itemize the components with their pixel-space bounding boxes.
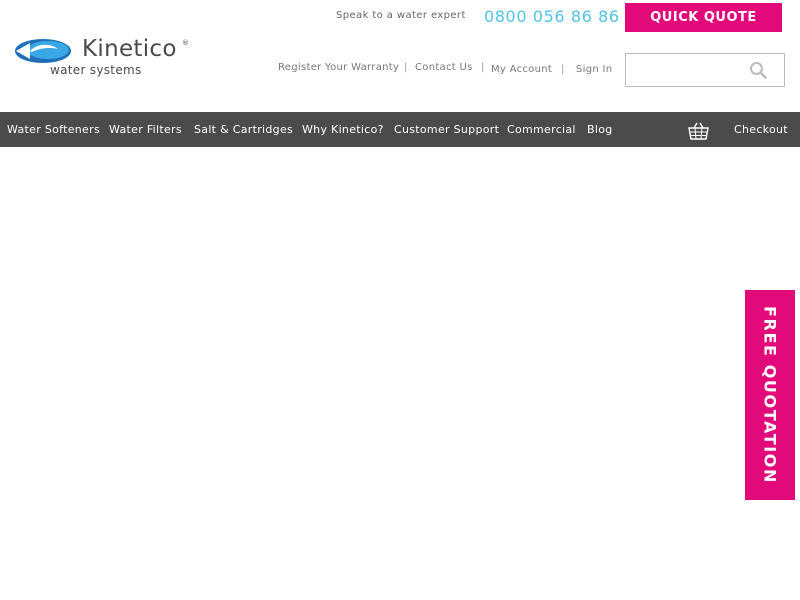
my-account-link[interactable]: My Account — [491, 64, 552, 75]
search-icon[interactable] — [749, 61, 767, 79]
water-expert-label: Speak to a water expert — [336, 10, 466, 21]
logo-brand-text: Kinetico — [82, 36, 177, 62]
kinetico-logo[interactable]: Kinetico ® water systems — [14, 36, 194, 80]
checkout-link[interactable]: Checkout — [734, 123, 788, 136]
nav-water-filters[interactable]: Water Filters — [109, 123, 182, 136]
phone-number-link[interactable]: 0800 056 86 86 — [484, 7, 620, 26]
nav-why-kinetico[interactable]: Why Kinetico? — [302, 123, 384, 136]
nav-commercial[interactable]: Commercial — [507, 123, 576, 136]
registered-mark: ® — [182, 39, 189, 47]
search-input[interactable] — [632, 55, 742, 85]
utility-separator: | — [404, 62, 408, 73]
nav-salt-cartridges[interactable]: Salt & Cartridges — [194, 123, 293, 136]
quick-quote-button[interactable]: QUICK QUOTE — [625, 3, 782, 32]
register-warranty-link[interactable]: Register Your Warranty — [278, 62, 399, 73]
kinetico-drop-icon — [15, 39, 71, 63]
logo-tagline: water systems — [50, 63, 142, 77]
search-box — [625, 53, 785, 87]
nav-blog[interactable]: Blog — [587, 123, 613, 136]
site-header: Kinetico ® water systems Speak to a wate… — [0, 0, 800, 112]
basket-icon[interactable] — [688, 122, 709, 140]
sign-in-link[interactable]: Sign In — [576, 64, 612, 75]
utility-separator: | — [561, 64, 565, 75]
free-quotation-tab[interactable]: FREE QUOTATION — [745, 290, 795, 500]
utility-separator: | — [481, 62, 485, 73]
contact-us-link[interactable]: Contact Us — [415, 62, 473, 73]
nav-water-softeners[interactable]: Water Softeners — [7, 123, 100, 136]
main-navigation: Water Softeners Water Filters Salt & Car… — [0, 112, 800, 147]
free-quotation-label: FREE QUOTATION — [760, 306, 780, 484]
nav-customer-support[interactable]: Customer Support — [394, 123, 499, 136]
